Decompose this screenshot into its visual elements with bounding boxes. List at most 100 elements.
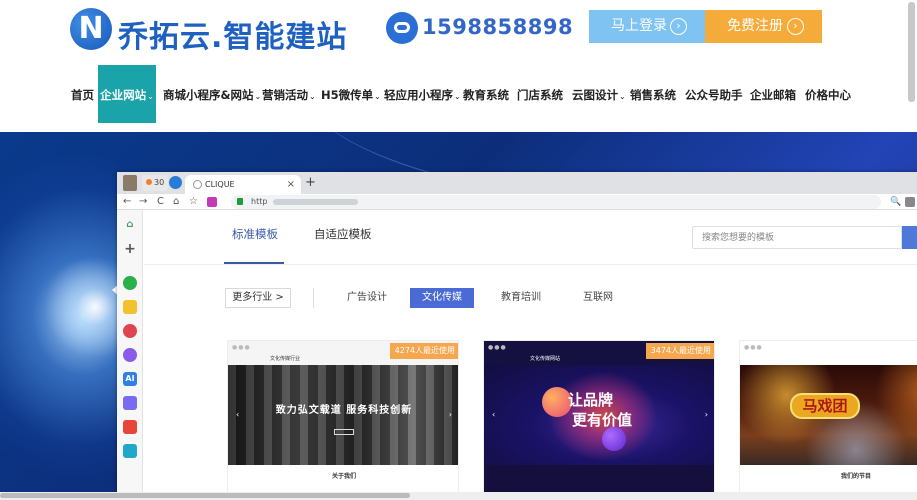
nav-item-wechat-helper[interactable]: 公众号助手 xyxy=(685,65,743,123)
browser-window: 30 CLIQUE × + ← → C ⌂ ☆ http 🔍 ⌂ + AI 标准… xyxy=(117,172,917,500)
address-bar[interactable]: http xyxy=(231,195,881,209)
app-ai-icon[interactable] xyxy=(123,348,137,362)
app-green-icon[interactable] xyxy=(123,276,137,290)
arrow-right-icon: › xyxy=(670,18,687,35)
card-preview-header: ●●● 文化传媒行业 4274人最近使用 xyxy=(228,341,458,365)
scrollbar-thumb[interactable] xyxy=(0,493,410,498)
tab-title: CLIQUE xyxy=(205,180,235,189)
app-translate-icon[interactable] xyxy=(123,444,137,458)
tab-standard-templates[interactable]: 标准模板 xyxy=(232,226,278,242)
usage-badge: 3474人最近使用 xyxy=(645,343,714,359)
more-industries-button[interactable]: 更多行业 > xyxy=(225,288,291,308)
chevron-down-icon: ⌄ xyxy=(147,92,154,101)
site-header: N 乔拓云.智能建站 1598858898 马上登录 › 免费注册 › 首页 企… xyxy=(0,0,917,132)
card-headline-line1: 让品牌 xyxy=(568,391,614,409)
template-card[interactable]: ●●● 马戏团 我们的节目 xyxy=(739,340,917,500)
register-button[interactable]: 免费注册 › xyxy=(705,10,822,43)
nav-item-mini-app[interactable]: 轻应用小程序⌄ xyxy=(384,65,461,123)
template-search-input[interactable] xyxy=(692,226,902,249)
app-chat-icon[interactable] xyxy=(123,396,137,410)
zoom-icon[interactable]: 🔍 xyxy=(890,194,901,210)
chevron-right-icon: › xyxy=(704,410,708,419)
template-gallery: 标准模板 自适应模板 更多行业 > 广告设计 文化传媒 教育培训 互联网 ●●●… xyxy=(144,210,917,500)
nav-label: 营销活动 xyxy=(262,88,308,102)
app-dots-icon[interactable] xyxy=(123,324,137,338)
chevron-down-icon: ⌄ xyxy=(454,92,461,101)
nav-label: 教育系统 xyxy=(463,88,509,102)
filter-divider xyxy=(313,288,314,308)
filter-internet[interactable]: 互联网 xyxy=(583,288,613,308)
notification-badge[interactable]: 30 xyxy=(142,175,169,191)
preview-cta-shape xyxy=(334,429,354,435)
card-section-title: 我们的节目 xyxy=(840,473,871,480)
reload-icon[interactable]: C xyxy=(157,194,164,210)
home-icon[interactable]: ⌂ xyxy=(173,194,179,210)
card-site-name: 文化传媒网站 xyxy=(530,356,561,362)
browser-toolbar: ← → C ⌂ ☆ http 🔍 xyxy=(117,194,917,210)
badge-count: 30 xyxy=(154,178,165,187)
nav-item-home[interactable]: 首页 xyxy=(71,65,94,123)
nav-label: 首页 xyxy=(71,88,94,102)
nav-label: 企业网站 xyxy=(100,88,147,102)
service-avatar-icon xyxy=(386,12,418,44)
window-dots-icon: ●●● xyxy=(232,344,251,351)
nav-item-store[interactable]: 门店系统 xyxy=(517,65,563,123)
nav-label: 销售系统 xyxy=(630,88,676,102)
filter-culture-media[interactable]: 文化传媒 xyxy=(410,288,474,308)
template-card[interactable]: ●●● 文化传媒网站 3474人最近使用 让品牌 更有价值 ‹ › xyxy=(483,340,715,500)
browser-tab-active[interactable]: CLIQUE × xyxy=(185,175,301,194)
chevron-down-icon: ⌄ xyxy=(619,92,626,101)
home-icon[interactable]: ⌂ xyxy=(123,218,137,232)
close-icon[interactable]: × xyxy=(287,175,295,194)
nav-label: 轻应用小程序 xyxy=(384,88,453,102)
card-site-name: 文化传媒行业 xyxy=(270,356,301,362)
ai-assistant-icon[interactable]: AI xyxy=(123,372,137,386)
card-preview-header: ●●● xyxy=(740,341,917,365)
usage-badge: 4274人最近使用 xyxy=(389,343,458,359)
arrow-right-icon: › xyxy=(787,18,804,35)
nav-item-mail[interactable]: 企业邮箱 xyxy=(750,65,796,123)
main-nav: 首页 企业网站⌄ 商城小程序&网站⌄ 营销活动⌄ H5微传单⌄ 轻应用小程序⌄ … xyxy=(0,65,917,123)
nav-label: 价格中心 xyxy=(805,88,851,102)
nav-label: 云图设计 xyxy=(572,88,618,102)
app-star-icon[interactable] xyxy=(123,300,137,314)
search-button[interactable] xyxy=(902,226,917,249)
nav-item-mall[interactable]: 商城小程序&网站⌄ xyxy=(163,65,261,123)
template-card[interactable]: ●●● 文化传媒行业 4274人最近使用 致力弘文载道 服务科技创新 ‹ › 关… xyxy=(227,340,459,500)
card-preview-image: 马戏团 xyxy=(740,365,917,465)
nav-item-h5[interactable]: H5微传单⌄ xyxy=(321,65,381,123)
back-icon[interactable]: ← xyxy=(123,194,131,210)
pinned-tab-icon[interactable] xyxy=(169,176,182,189)
nav-item-enterprise-site[interactable]: 企业网站⌄ xyxy=(98,65,156,123)
tab-responsive-templates[interactable]: 自适应模板 xyxy=(314,226,372,242)
nav-item-pricing[interactable]: 价格中心 xyxy=(805,65,851,123)
nav-item-education[interactable]: 教育系统 xyxy=(463,65,509,123)
extension-icon[interactable] xyxy=(207,197,217,207)
bookmark-icon[interactable]: ☆ xyxy=(189,194,198,210)
nav-label: 企业邮箱 xyxy=(750,88,796,102)
nav-item-sales[interactable]: 销售系统 xyxy=(630,65,676,123)
game-icon[interactable] xyxy=(123,420,137,434)
card-preview-image: 让品牌 更有价值 ‹ › xyxy=(484,365,714,465)
lock-icon xyxy=(237,198,243,205)
card-preview-header: ●●● 文化传媒网站 3474人最近使用 xyxy=(484,341,714,365)
page-scrollbar[interactable] xyxy=(908,2,915,102)
chevron-left-icon: ‹ xyxy=(236,410,240,419)
nav-label: H5微传单 xyxy=(321,88,374,102)
site-logo-text[interactable]: 乔拓云.智能建站 xyxy=(118,12,347,56)
nav-item-marketing[interactable]: 营销活动⌄ xyxy=(262,65,316,123)
window-dots-icon: ●●● xyxy=(488,344,507,351)
filter-advertising[interactable]: 广告设计 xyxy=(347,288,387,308)
profile-avatar[interactable] xyxy=(123,175,137,191)
forward-icon[interactable]: → xyxy=(139,194,147,210)
login-label: 马上登录 xyxy=(611,18,667,34)
add-icon[interactable]: + xyxy=(123,242,137,256)
filter-education[interactable]: 教育培训 xyxy=(501,288,541,308)
new-tab-button[interactable]: + xyxy=(305,174,316,192)
horizontal-scrollbar[interactable] xyxy=(0,492,917,500)
login-button[interactable]: 马上登录 › xyxy=(589,10,705,43)
nav-item-cloud-design[interactable]: 云图设计⌄ xyxy=(572,65,626,123)
register-label: 免费注册 xyxy=(727,18,783,34)
menu-icon[interactable] xyxy=(905,197,915,207)
logo-icon[interactable]: N xyxy=(70,8,112,50)
